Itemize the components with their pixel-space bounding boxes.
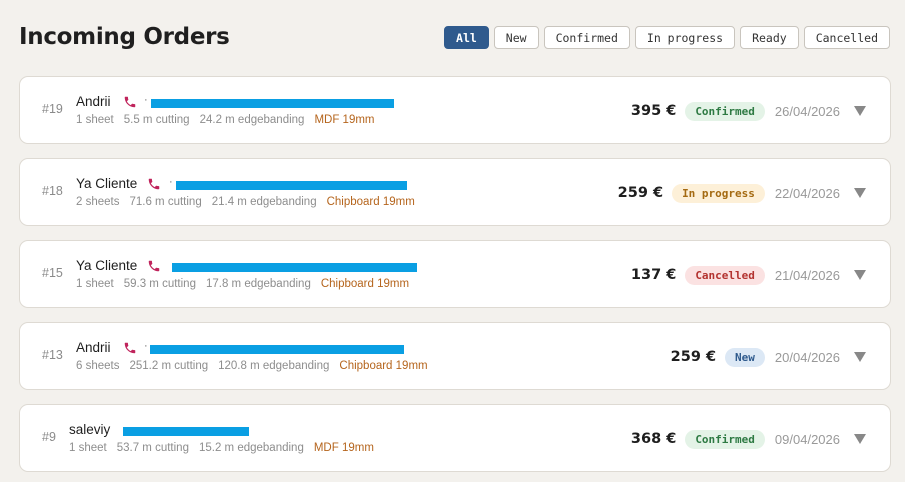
order-details: 1 sheet 59.3 m cutting 17.8 m edgebandin… xyxy=(76,278,409,290)
customer-name: Ya Cliente xyxy=(76,176,138,191)
order-details: 1 sheet 5.5 m cutting 24.2 m edgebanding… xyxy=(76,114,375,126)
cutting-length: 71.6 m cutting xyxy=(129,196,202,208)
material: Chipboard 19mm xyxy=(320,278,410,290)
order-card[interactable]: #18 Ya Cliente · 2 sheets 71.6 m cutting… xyxy=(19,158,891,226)
order-date: 20/04/2026 xyxy=(774,349,840,365)
filter-new-button[interactable]: New xyxy=(493,26,539,49)
order-number: #9 xyxy=(42,430,56,444)
material: MDF 19mm xyxy=(313,442,374,454)
phone-icon[interactable] xyxy=(123,95,137,109)
customer-name: Andrii xyxy=(76,94,111,109)
sheet-count: 6 sheets xyxy=(76,360,120,372)
order-card[interactable]: #15 Ya Cliente 1 sheet 59.3 m cutting 17… xyxy=(19,240,891,308)
status-badge: Confirmed xyxy=(685,101,765,121)
order-summary: 259 € New 20/04/2026 xyxy=(671,323,866,391)
chevron-down-icon[interactable] xyxy=(854,352,866,362)
order-details: 6 sheets 251.2 m cutting 120.8 m edgeban… xyxy=(76,360,428,372)
chevron-down-icon[interactable] xyxy=(854,434,866,444)
order-card[interactable]: #13 Andrii · 6 sheets 251.2 m cutting 12… xyxy=(19,322,891,390)
redacted-contact xyxy=(172,263,417,272)
order-date: 26/04/2026 xyxy=(774,103,840,119)
sheet-count: 1 sheet xyxy=(76,114,114,126)
order-date: 09/04/2026 xyxy=(774,431,840,447)
cutting-length: 5.5 m cutting xyxy=(123,114,190,126)
order-summary: 259 € In progress 22/04/2026 xyxy=(618,159,866,227)
edgebanding-length: 21.4 m edgebanding xyxy=(211,196,317,208)
cutting-length: 59.3 m cutting xyxy=(123,278,196,290)
separator-dot: · xyxy=(144,94,148,106)
redacted-contact xyxy=(150,345,404,354)
phone-icon[interactable] xyxy=(123,341,137,355)
order-number: #19 xyxy=(42,102,63,116)
customer-name: Andrii xyxy=(76,340,111,355)
order-number: #13 xyxy=(42,348,63,362)
filter-confirmed-button[interactable]: Confirmed xyxy=(543,26,630,49)
page-title: Incoming Orders xyxy=(19,24,230,50)
cutting-length: 53.7 m cutting xyxy=(116,442,189,454)
chevron-down-icon[interactable] xyxy=(854,270,866,280)
edgebanding-length: 17.8 m edgebanding xyxy=(205,278,311,290)
status-badge: Confirmed xyxy=(685,429,765,449)
order-date: 21/04/2026 xyxy=(774,267,840,283)
edgebanding-length: 24.2 m edgebanding xyxy=(199,114,305,126)
filter-all-button[interactable]: All xyxy=(444,26,489,49)
redacted-contact xyxy=(176,181,407,190)
redacted-contact xyxy=(151,99,394,108)
status-badge: New xyxy=(725,347,765,367)
filter-cancelled-button[interactable]: Cancelled xyxy=(803,26,890,49)
edgebanding-length: 120.8 m edgebanding xyxy=(218,360,330,372)
order-summary: 137 € Cancelled 21/04/2026 xyxy=(631,241,866,309)
separator-dot: · xyxy=(169,176,173,188)
order-price: 259 € xyxy=(617,185,664,201)
order-price: 137 € xyxy=(630,267,677,283)
material: Chipboard 19mm xyxy=(326,196,415,208)
sheet-count: 1 sheet xyxy=(69,442,107,454)
order-details: 2 sheets 71.6 m cutting 21.4 m edgebandi… xyxy=(76,196,415,208)
separator-dot: · xyxy=(144,340,148,352)
material: MDF 19mm xyxy=(314,114,375,126)
order-summary: 368 € Confirmed 09/04/2026 xyxy=(631,405,866,473)
cutting-length: 251.2 m cutting xyxy=(129,360,209,372)
phone-icon[interactable] xyxy=(147,259,161,273)
redacted-contact xyxy=(123,427,249,436)
order-card[interactable]: #19 Andrii · 1 sheet 5.5 m cutting 24.2 … xyxy=(19,76,891,144)
chevron-down-icon[interactable] xyxy=(854,106,866,116)
status-badge: In progress xyxy=(672,183,765,203)
customer-name: saleviy xyxy=(69,422,111,437)
edgebanding-length: 15.2 m edgebanding xyxy=(198,442,304,454)
order-price: 259 € xyxy=(670,349,717,365)
material: Chipboard 19mm xyxy=(339,360,428,372)
chevron-down-icon[interactable] xyxy=(854,188,866,198)
order-summary: 395 € Confirmed 26/04/2026 xyxy=(631,77,866,145)
order-number: #15 xyxy=(42,266,63,280)
filter-in-progress-button[interactable]: In progress xyxy=(634,26,736,49)
customer-name: Ya Cliente xyxy=(76,258,138,273)
order-card[interactable]: #9 saleviy 1 sheet 53.7 m cutting 15.2 m… xyxy=(19,404,891,472)
order-price: 368 € xyxy=(630,431,677,447)
order-number: #18 xyxy=(42,184,63,198)
phone-icon[interactable] xyxy=(147,177,161,191)
status-badge: Cancelled xyxy=(685,265,765,285)
filter-ready-button[interactable]: Ready xyxy=(740,26,799,49)
order-price: 395 € xyxy=(630,103,677,119)
sheet-count: 2 sheets xyxy=(76,196,120,208)
order-date: 22/04/2026 xyxy=(774,185,840,201)
status-filter-bar: All New Confirmed In progress Ready Canc… xyxy=(444,26,890,49)
sheet-count: 1 sheet xyxy=(76,278,114,290)
order-details: 1 sheet 53.7 m cutting 15.2 m edgebandin… xyxy=(69,442,374,454)
